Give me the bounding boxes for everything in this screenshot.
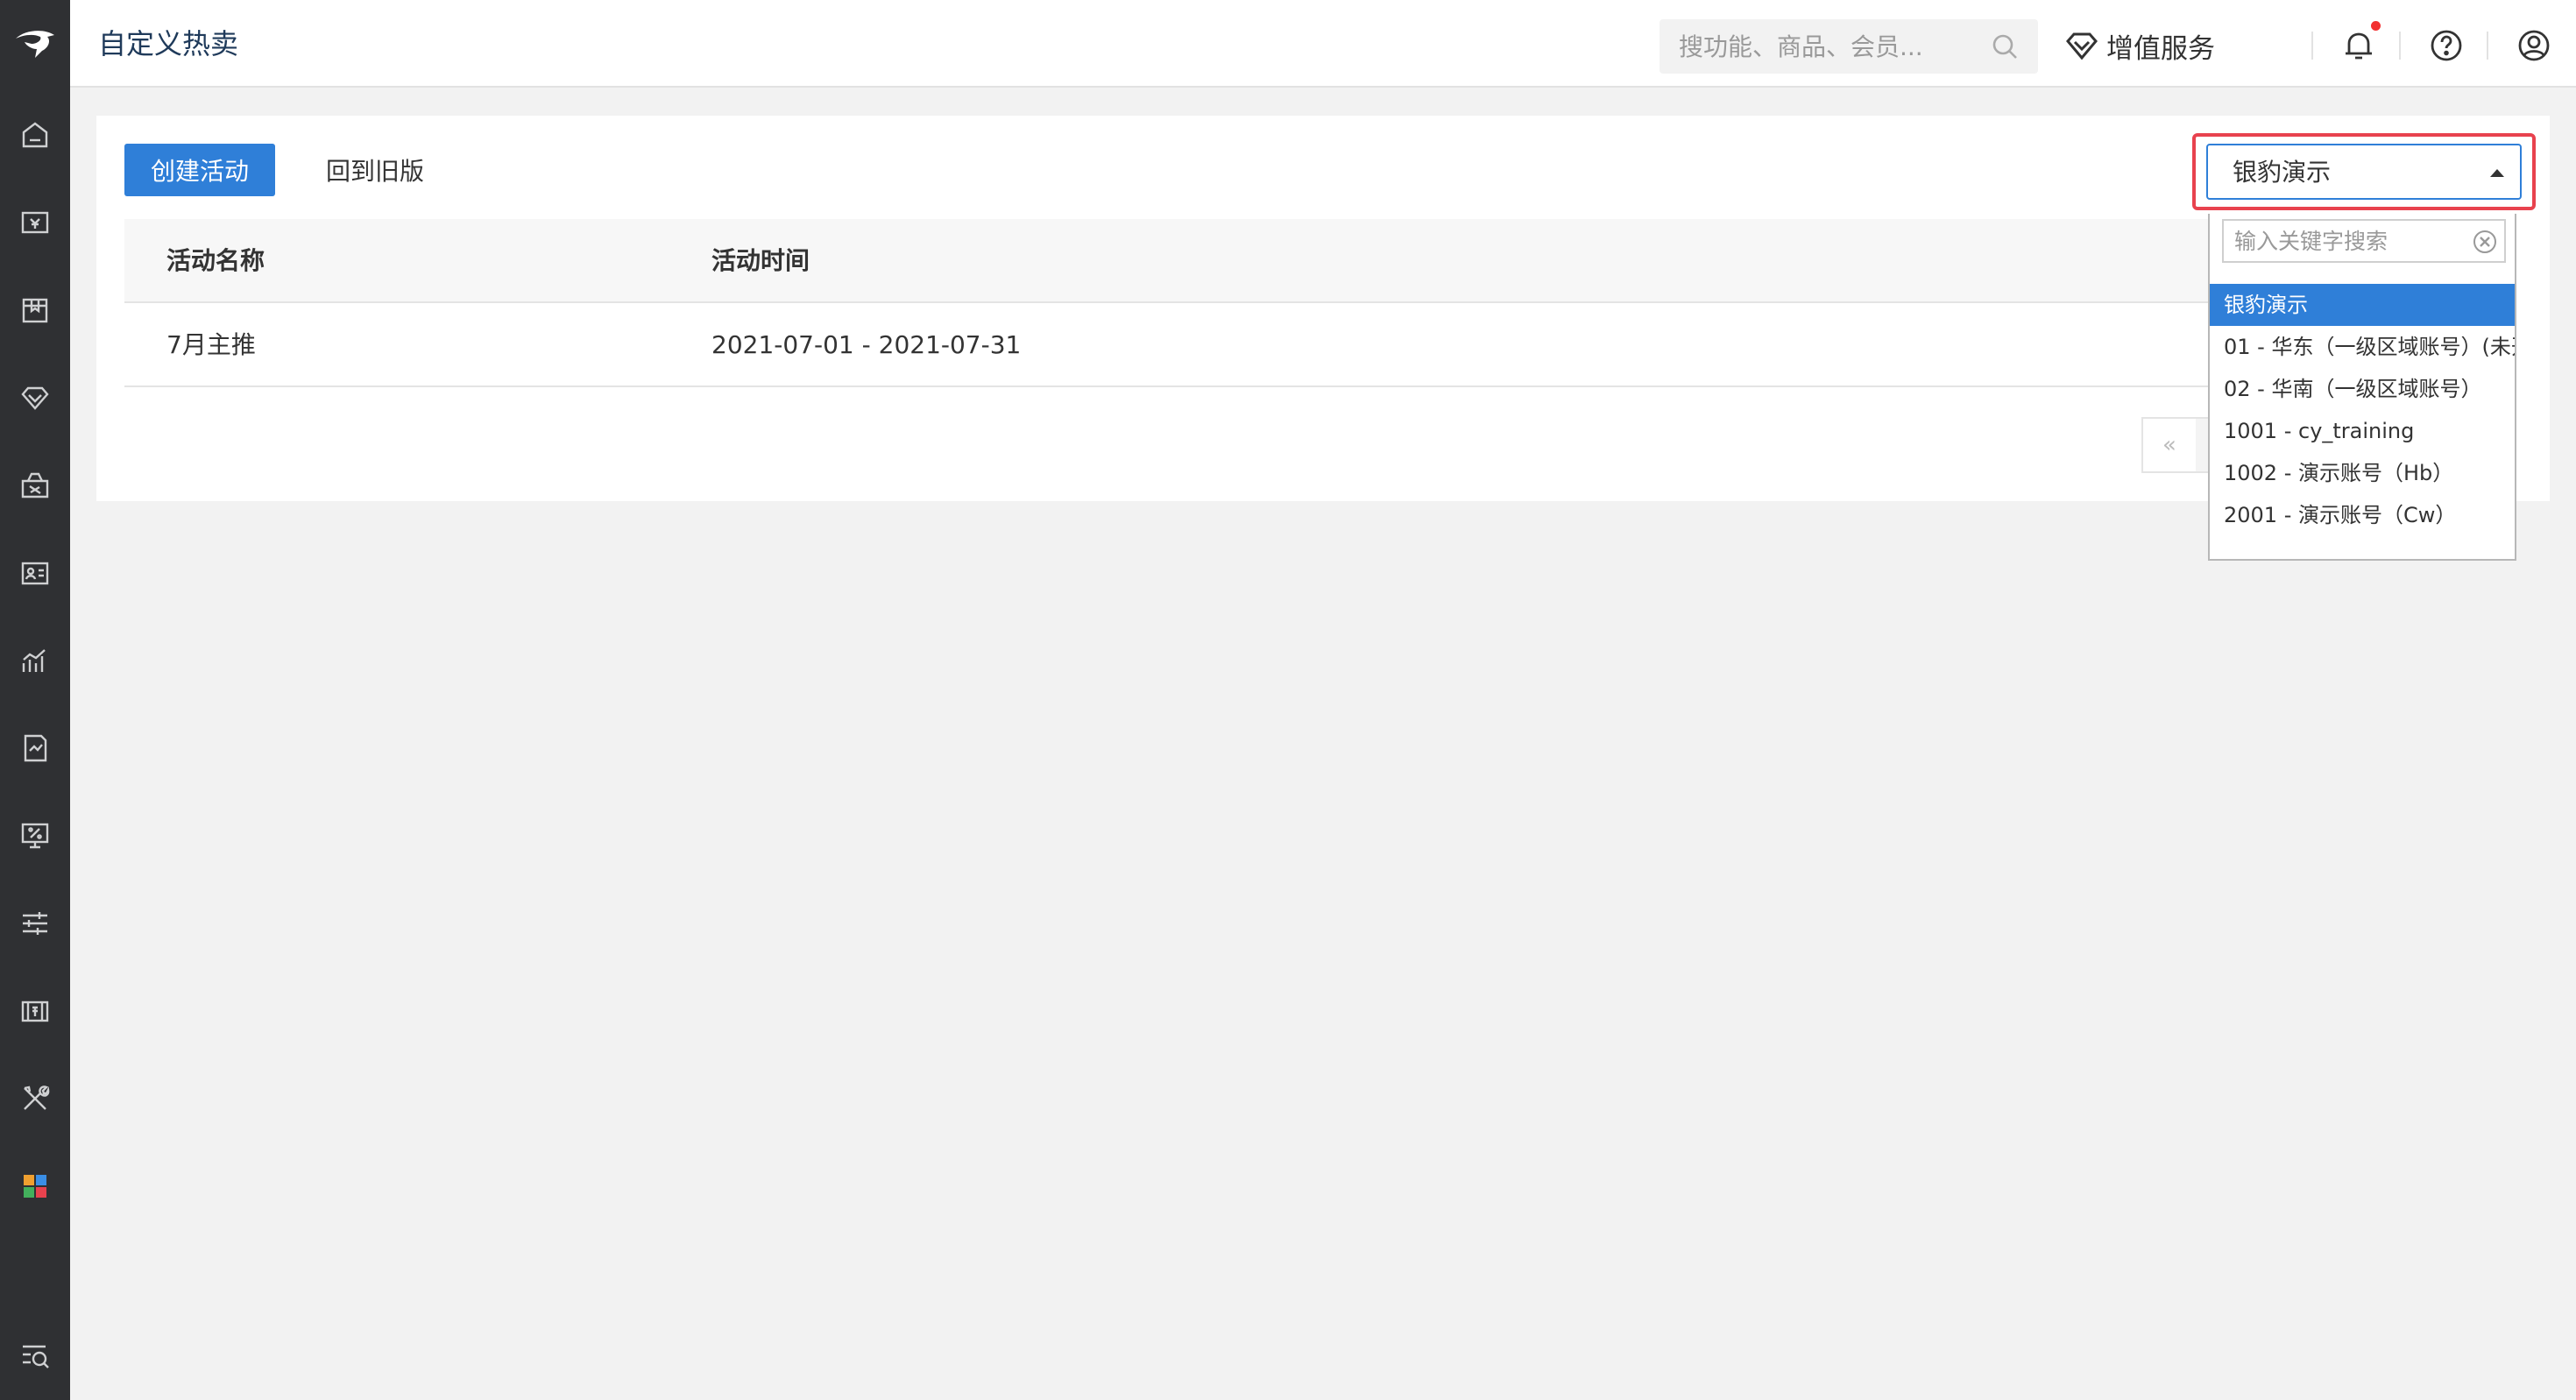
menu-search-icon (23, 1345, 49, 1368)
report-chart-icon (22, 649, 46, 672)
create-activity-button[interactable]: 创建活动 (124, 144, 275, 196)
settings-sliders-icon (23, 912, 47, 935)
dropdown-option[interactable]: 01 - 华东（一级区域账号）(未开 (2210, 326, 2515, 368)
global-search (1660, 19, 2038, 74)
activity-time-cell: 2021-07-01 - 2021-07-31 (711, 330, 1022, 359)
store-select-dropdown: 银豹演示 01 - 华东（一级区域账号）(未开 02 - 华南（一级区域账号） … (2208, 214, 2516, 561)
caret-up-icon (2490, 169, 2504, 177)
sidebar (0, 0, 70, 1400)
voucher-icon (21, 1001, 49, 1022)
promotion-screen-icon (21, 823, 49, 849)
help-icon[interactable] (2429, 28, 2464, 63)
dropdown-option[interactable]: 1001 - cy_training (2210, 410, 2515, 452)
marketing-coupon-icon (21, 472, 49, 498)
apps-grid-icon (24, 1175, 46, 1198)
diamond-icon (2066, 32, 2098, 60)
activity-name-cell: 7月主推 (166, 330, 256, 359)
bell-icon[interactable] (2341, 28, 2376, 63)
sidebar-item-report[interactable] (0, 626, 70, 696)
member-diamond-icon (21, 386, 49, 410)
sidebar-item-home[interactable] (0, 100, 70, 170)
page-title: 自定义热卖 (98, 27, 239, 60)
global-search-input[interactable] (1679, 19, 1977, 74)
dropdown-option[interactable]: 02 - 华南（一级区域账号） (2210, 368, 2515, 410)
store-select[interactable]: 银豹演示 (2206, 144, 2522, 200)
dropdown-options: 银豹演示 01 - 华东（一级区域账号）(未开 02 - 华南（一级区域账号） … (2210, 284, 2515, 536)
search-icon[interactable] (1991, 32, 2019, 60)
dropdown-search (2222, 219, 2506, 263)
goods-box-icon (22, 298, 48, 323)
sidebar-item-tools[interactable] (0, 1064, 70, 1134)
sidebar-item-settings[interactable] (0, 888, 70, 958)
user-avatar-icon[interactable] (2516, 28, 2551, 63)
value-added-services-label: 增值服务 (2106, 32, 2215, 65)
column-header-name: 活动名称 (166, 246, 265, 275)
sidebar-item-apps[interactable] (0, 1151, 70, 1221)
column-header-time: 活动时间 (711, 246, 810, 275)
header-divider (2487, 32, 2488, 60)
sidebar-item-menu-search[interactable] (0, 1321, 70, 1391)
sidebar-item-member-card[interactable] (0, 538, 70, 608)
pager-prev-button[interactable]: « (2141, 417, 2197, 473)
activity-table: 活动名称 活动时间 7月主推 2021-07-01 - 2021-07-31 (124, 219, 2297, 387)
store-select-value: 银豹演示 (2233, 158, 2332, 187)
sidebar-item-voucher[interactable] (0, 976, 70, 1046)
finance-doc-icon (24, 734, 47, 762)
content-card: 创建活动 回到旧版 活动名称 活动时间 7月主推 2021-07-01 - 20… (96, 116, 2550, 501)
sidebar-item-promotion[interactable] (0, 801, 70, 871)
home-icon (22, 122, 48, 148)
sidebar-item-goods[interactable] (0, 275, 70, 345)
cashier-icon (21, 211, 49, 234)
sidebar-item-finance[interactable] (0, 713, 70, 783)
notification-dot (2371, 21, 2381, 31)
sidebar-item-member[interactable] (0, 363, 70, 433)
dropdown-option[interactable]: 2001 - 演示账号（Cw） (2210, 494, 2515, 536)
header-divider (2399, 32, 2401, 60)
sidebar-item-cashier[interactable] (0, 187, 70, 258)
table-row[interactable]: 7月主推 2021-07-01 - 2021-07-31 (124, 303, 2297, 387)
member-card-icon (21, 562, 49, 585)
logo-icon[interactable] (0, 0, 70, 88)
dropdown-option[interactable]: 银豹演示 (2210, 284, 2515, 326)
dropdown-search-input[interactable] (2234, 221, 2471, 261)
dropdown-option[interactable]: 1002 - 演示账号（Hb） (2210, 452, 2515, 494)
tools-icon (24, 1085, 50, 1110)
header-divider (2311, 32, 2313, 60)
table-header: 活动名称 活动时间 (124, 219, 2297, 303)
back-to-old-version-link[interactable]: 回到旧版 (326, 156, 424, 187)
value-added-services-button[interactable]: 增值服务 (2064, 21, 2215, 70)
clear-icon[interactable] (2473, 230, 2497, 254)
sidebar-item-marketing[interactable] (0, 450, 70, 520)
